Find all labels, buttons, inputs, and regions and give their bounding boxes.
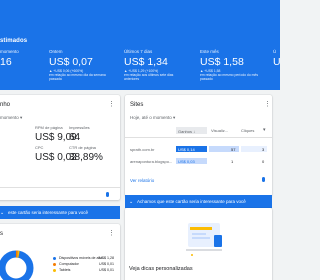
perf-metric-impressions: Impressões 64 <box>69 125 90 143</box>
card-title: s <box>0 231 3 237</box>
metric-delta: ▲ +US$ 1,29 (+100%) em relação aos últim… <box>124 69 174 81</box>
banner-title: stimados <box>0 38 28 44</box>
metric-last-7-days[interactable]: Últimos 7 dias US$ 1,34 ▲ +US$ 1,29 (+10… <box>124 49 173 81</box>
perf-label: Impressões <box>69 125 90 130</box>
sites-card: Sites ⋮ Hoje, até o momento ▾ Ganhos ↓ V… <box>125 95 272 196</box>
chevron-down-icon[interactable]: ▾ <box>263 127 266 134</box>
views-value: 1 <box>231 159 234 164</box>
metric-delta: ▲ +US$ 0,06 (+600%) em relação ao mesmo … <box>49 69 106 81</box>
metric-last-month[interactable]: Ú U <box>273 49 280 68</box>
metric-label: momento <box>0 49 19 54</box>
perf-value: 38,89% <box>69 152 103 163</box>
adsense-home: stimados momento 16 Ontem US$ 0,07 ▲ +US… <box>0 0 280 280</box>
period-selector[interactable]: momento ▾ <box>0 115 22 121</box>
legend-label: Tablets <box>59 268 71 272</box>
legend-dot <box>53 263 56 266</box>
metric-value: US$ 1,58 <box>200 56 244 68</box>
divider <box>125 137 272 138</box>
more-vert-icon[interactable]: ⋮ <box>264 101 271 108</box>
tips-card: Veja dicas personalizadas <box>125 208 272 280</box>
promo-text: Achamos que este cartão seria interessan… <box>137 199 246 204</box>
column-header-views[interactable]: Visualiz... <box>211 128 228 133</box>
mic-icon[interactable] <box>106 192 109 197</box>
column-header-earnings[interactable]: Ganhos ↓ <box>176 127 207 134</box>
perf-value: 64 <box>69 132 81 143</box>
metric-delta: ▲ +US$ 1,58 em relação ao mesmo período … <box>200 69 259 81</box>
metric-label: Últimos 7 dias <box>124 49 153 54</box>
legend-dot <box>53 269 56 272</box>
legend-dot <box>53 257 56 260</box>
tips-illustration-icon <box>186 223 222 256</box>
site-name[interactable]: sprath.com.br <box>130 147 154 152</box>
metric-label: Ontem <box>49 49 63 54</box>
metric-today[interactable]: momento 16 <box>0 49 19 68</box>
devices-card: s ⋮ Dispositivos móveis de alto... US$ 1… <box>0 224 120 280</box>
legend-value: US$ 1,28 <box>99 256 114 260</box>
clicks-value: 3 <box>262 147 265 152</box>
metric-yesterday[interactable]: Ontem US$ 0,07 ▲ +US$ 0,06 (+600%) em re… <box>49 49 106 81</box>
perf-label: CTR de página <box>69 145 96 150</box>
devices-donut <box>0 250 34 280</box>
tips-title: Veja dicas personalizadas <box>129 266 193 272</box>
promo-header-right[interactable]: ⌄ Achamos que este cartão seria interess… <box>125 195 272 208</box>
performance-card: nho ⋮ momento ▾ RPM de página US$ 9,09 I… <box>0 95 120 200</box>
more-vert-icon[interactable]: ⋮ <box>108 230 115 237</box>
metric-value: US$ 1,34 <box>124 56 168 68</box>
estimates-banner: stimados momento 16 Ontem US$ 0,07 ▲ +US… <box>0 0 280 90</box>
metric-value: US$ 0,07 <box>49 56 93 68</box>
legend-value: US$ 0,01 <box>99 262 114 266</box>
card-title: Sites <box>130 102 144 108</box>
metric-this-month[interactable]: Este mês US$ 1,58 ▲ +US$ 1,58 em relação… <box>200 49 258 81</box>
view-report-link[interactable]: Ver relatório <box>130 178 154 183</box>
clicks-value: 0 <box>262 159 265 164</box>
metric-value: 16 <box>0 56 12 68</box>
metric-value: U <box>273 56 280 68</box>
earnings-value: US$ 0,14 <box>178 147 195 152</box>
period-selector[interactable]: Hoje, até o momento ▾ <box>130 115 175 121</box>
more-vert-icon[interactable]: ⋮ <box>108 101 115 108</box>
promo-header-left[interactable]: ⌄ este cartão seria interessante para vo… <box>0 206 120 219</box>
perf-metric-page-ctr: CTR de página 38,89% <box>69 145 103 163</box>
promo-text: este cartão seria interessante para você <box>8 210 89 215</box>
chevron-down-icon: ⌄ <box>0 209 5 216</box>
mic-icon[interactable] <box>262 177 265 182</box>
donut-mobile <box>0 250 34 280</box>
earnings-value: US$ 0,03 <box>178 159 195 164</box>
column-header-clicks[interactable]: Cliques <box>241 128 254 133</box>
card-title: nho <box>0 102 11 108</box>
metric-label: Ú <box>273 49 277 54</box>
divider <box>0 187 120 188</box>
views-value: 57 <box>231 147 236 152</box>
site-name[interactable]: arenapontura.blogspo... <box>130 159 172 164</box>
metric-label: Este mês <box>200 49 219 54</box>
chevron-down-icon: ⌄ <box>129 198 134 205</box>
legend-label: Computador <box>59 262 79 266</box>
legend-value: US$ 0,01 <box>99 268 114 272</box>
